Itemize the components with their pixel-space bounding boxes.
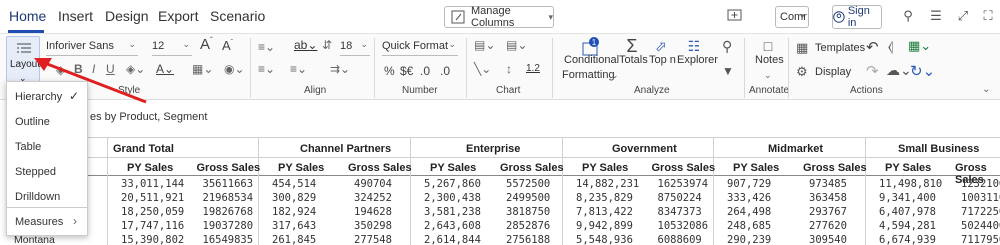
menu-item-stepped[interactable]: Stepped (15, 166, 56, 178)
menu-item-outline[interactable]: Outline (15, 116, 50, 128)
divider (7, 207, 87, 208)
layout-dropdown-menu: Hierarchy ✓ Outline Table Stepped Drilld… (6, 81, 88, 236)
menu-item-table[interactable]: Table (15, 141, 41, 153)
menu-item-measures[interactable]: Measures (15, 216, 63, 228)
annotation-arrow (34, 58, 147, 104)
chevron-right-icon: › (73, 214, 77, 228)
menu-item-drilldown[interactable]: Drilldown (15, 191, 60, 203)
check-icon: ✓ (69, 89, 80, 103)
menu-item-hierarchy[interactable]: Hierarchy (15, 91, 62, 103)
